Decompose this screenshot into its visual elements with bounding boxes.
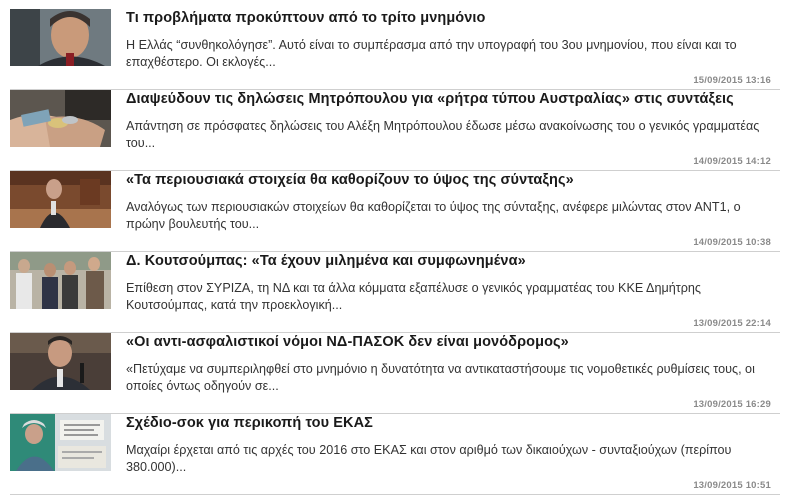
article-summary: Η Ελλάς “συνθηκολόγησε”. Αυτό είναι το σ… <box>126 38 737 69</box>
news-item[interactable]: «Οι αντι-ασφαλιστικοί νόμοι ΝΔ-ΠΑΣΟΚ δεν… <box>10 333 780 414</box>
article-title[interactable]: Σχέδιο-σοκ για περικοπή του ΕΚΑΣ <box>126 413 373 433</box>
article-title[interactable]: Τι προβλήματα προκύπτουν από το τρίτο μν… <box>126 8 486 28</box>
article-date: 15/09/2015 13:16 <box>693 75 771 86</box>
news-item[interactable]: «Τα περιουσιακά στοιχεία θα καθορίζουν τ… <box>10 171 780 252</box>
article-summary: «Πετύχαμε να συμπεριληφθεί στο μνημόνιο … <box>126 362 755 393</box>
article-summary: Αναλόγως των περιουσιακών στοιχείων θα κ… <box>126 200 741 231</box>
news-item[interactable]: Τι προβλήματα προκύπτουν από το τρίτο μν… <box>10 9 780 90</box>
article-date: 14/09/2015 14:12 <box>693 156 771 167</box>
news-item[interactable]: Δ. Κουτσούμπας: «Τα έχουν μιλημένα και σ… <box>10 252 780 333</box>
article-date: 13/09/2015 16:29 <box>693 399 771 410</box>
article-date: 13/09/2015 10:51 <box>693 480 771 491</box>
parliament-speaker-photo[interactable] <box>10 171 111 228</box>
article-title[interactable]: «Τα περιουσιακά στοιχεία θα καθορίζουν τ… <box>126 170 574 190</box>
article-title[interactable]: Δ. Κουτσούμπας: «Τα έχουν μιλημένα και σ… <box>126 251 526 271</box>
man-portrait-photo[interactable] <box>10 9 111 66</box>
article-summary: Επίθεση στον ΣΥΡΙΖΑ, τη ΝΔ και τα άλλα κ… <box>126 281 701 312</box>
politician-speaking-photo[interactable] <box>10 333 111 390</box>
news-list: Τι προβλήματα προκύπτουν από το τρίτο μν… <box>0 0 788 495</box>
crowd-photo[interactable] <box>10 252 111 309</box>
coins-in-hands-photo[interactable] <box>10 90 111 147</box>
article-title[interactable]: Διαψεύδουν τις δηλώσεις Μητρόπουλου για … <box>126 89 734 109</box>
article-summary: Απάντηση σε πρόσφατες δηλώσεις του Αλέξη… <box>126 119 760 150</box>
article-date: 13/09/2015 22:14 <box>693 318 771 329</box>
article-date: 14/09/2015 10:38 <box>693 237 771 248</box>
article-title[interactable]: «Οι αντι-ασφαλιστικοί νόμοι ΝΔ-ΠΑΣΟΚ δεν… <box>126 332 569 352</box>
news-item[interactable]: Σχέδιο-σοκ για περικοπή του ΕΚΑΣ Μαχαίρι… <box>10 414 780 495</box>
pensioner-with-documents-photo[interactable] <box>10 414 111 471</box>
news-item[interactable]: Διαψεύδουν τις δηλώσεις Μητρόπουλου για … <box>10 90 780 171</box>
article-summary: Μαχαίρι έρχεται από τις αρχές του 2016 σ… <box>126 443 732 474</box>
